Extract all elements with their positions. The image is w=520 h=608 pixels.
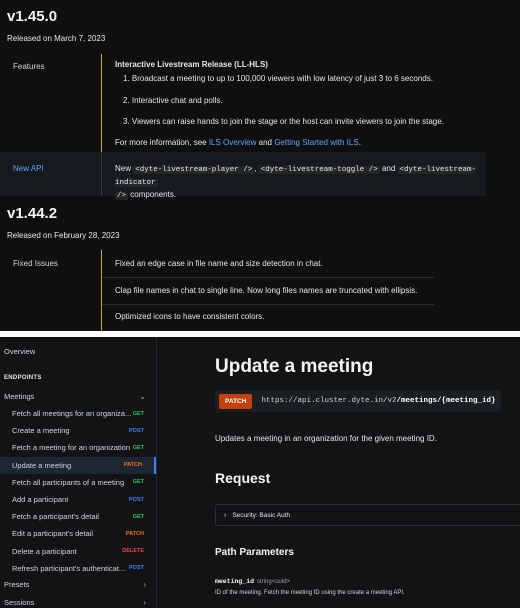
method-badge: PATCH — [125, 530, 144, 537]
release-date: Released on February 28, 2023 — [7, 231, 120, 240]
fix-item: Optimized icons to have consistent color… — [115, 312, 265, 321]
endpoint-bar: PATCH https://api.cluster.dyte.in/v2/mee… — [215, 390, 501, 412]
sidebar-item-label: Create a meeting — [12, 426, 70, 436]
sidebar-item-endpoint[interactable]: Fetch all participants of a meeting GET — [0, 474, 156, 491]
sidebar: Overview ENDPOINTS Meetings ⌄ Presets › … — [0, 337, 157, 608]
sidebar-item-presets[interactable]: Presets › — [0, 576, 156, 593]
param-description: ID of the meeting. Fetch the meeting ID … — [215, 590, 405, 596]
ils-overview-link[interactable]: ILS Overview — [209, 138, 257, 147]
more-info-prefix: For more information, see — [115, 138, 209, 147]
release-date: Released on March 7, 2023 — [7, 34, 106, 43]
sidebar-item-endpoint[interactable]: Fetch a participant's detail GET — [0, 508, 156, 525]
method-badge: PATCH — [123, 462, 142, 469]
version-heading: v1.44.2 — [7, 205, 58, 222]
more-info: For more information, see ILS Overview a… — [115, 137, 361, 149]
method-badge: GET — [132, 479, 144, 486]
and-text: and — [379, 164, 398, 173]
security-label: Security: Basic Auth — [232, 511, 291, 519]
chevron-right-icon: › — [224, 511, 227, 519]
url-path: /meetings/{meeting_id} — [396, 397, 496, 405]
new-api-prefix: New — [115, 164, 134, 173]
code-livestream-player: <dyte-livestream-player /> — [133, 166, 255, 174]
path-params-heading: Path Parameters — [215, 547, 294, 558]
method-badge: POST — [129, 496, 144, 503]
main-content: Update a meeting PATCH https://api.clust… — [157, 337, 520, 608]
security-expander[interactable]: › Security: Basic Auth — [215, 504, 520, 526]
sidebar-item-label: Fetch a participant's detail — [12, 512, 99, 522]
sidebar-item-endpoint[interactable]: Add a participant POST — [0, 491, 156, 508]
sidebar-item-endpoint[interactable]: Update a meeting PATCH — [0, 456, 156, 474]
changelog-panel: v1.45.0 Released on March 7, 2023 Featur… — [0, 0, 520, 331]
chevron-down-icon: ⌄ — [139, 392, 146, 401]
feature-item: 2. Interactive chat and polls. — [123, 96, 223, 105]
sidebar-item-label: Add a participant — [12, 495, 69, 504]
row-divider — [101, 152, 102, 196]
row-separator — [102, 304, 434, 305]
method-badge: GET — [132, 513, 144, 520]
new-api-label: New API — [13, 164, 44, 173]
version-heading: v1.45.0 — [7, 8, 58, 25]
accent-bar — [101, 54, 102, 152]
sidebar-item-overview[interactable]: Overview — [0, 343, 156, 360]
sidebar-item-label: Fetch all participants of a meeting — [12, 477, 125, 487]
row-separator — [102, 277, 434, 278]
sidebar-item-meetings[interactable]: Meetings ⌄ — [0, 388, 156, 405]
new-api-text: New <dyte-livestream-player />, <dyte-li… — [115, 163, 485, 202]
sidebar-item-endpoint[interactable]: Fetch all meetings for an organiza... GET — [0, 405, 156, 422]
sidebar-item-endpoint[interactable]: Edit a participant's detail PATCH — [0, 525, 156, 542]
method-badge: GET — [132, 410, 144, 417]
feature-item: 1. Broadcast a meeting to up to 100,000 … — [123, 74, 433, 83]
sidebar-item-label: Edit a participant's detail — [12, 529, 94, 539]
fixed-issues-label: Fixed Issues — [13, 259, 58, 268]
endpoint-url[interactable]: https://api.cluster.dyte.in/v2/meetings/… — [261, 397, 495, 405]
sidebar-item-endpoint[interactable]: Delete a participant DELETE — [0, 543, 156, 560]
feature-item: 3. Viewers can raise hands to join the s… — [123, 117, 444, 126]
method-badge: GET — [132, 444, 144, 451]
chevron-right-icon: › — [143, 580, 146, 589]
method-badge: DELETE — [122, 548, 144, 555]
sidebar-item-endpoint[interactable]: Fetch a meeting for an organization GET — [0, 439, 156, 456]
new-api-suffix: components. — [128, 190, 177, 199]
param-row: meeting_id string<uuid> — [215, 578, 290, 585]
endpoint-description: Updates a meeting in an organization for… — [215, 434, 437, 443]
request-heading: Request — [215, 470, 271, 486]
fix-item: Fixed an edge case in file name and size… — [115, 259, 323, 268]
sidebar-item-label: Meetings — [4, 392, 35, 401]
sidebar-item-label: Presets — [4, 580, 30, 589]
sidebar-item-endpoint[interactable]: Refresh participant's authenticat... POST — [0, 560, 156, 577]
accent-bar — [101, 250, 102, 331]
period: . — [358, 138, 361, 147]
method-badge: POST — [129, 427, 144, 434]
code-closing: /> — [115, 192, 129, 200]
sidebar-item-label: Fetch a meeting for an organization — [12, 443, 130, 453]
sidebar-item-label: Fetch all meetings for an organiza... — [12, 409, 132, 418]
sidebar-item-label: Overview — [4, 347, 36, 356]
sidebar-item-sessions[interactable]: Sessions › — [0, 594, 156, 608]
getting-started-link[interactable]: Getting Started with ILS — [274, 138, 359, 147]
features-label: Features — [13, 62, 45, 71]
sidebar-item-label: Sessions — [4, 598, 35, 607]
endpoints-header: ENDPOINTS — [4, 375, 42, 381]
page-title: Update a meeting — [215, 356, 374, 377]
api-docs-panel: Overview ENDPOINTS Meetings ⌄ Presets › … — [0, 337, 520, 608]
sidebar-item-label: Delete a participant — [12, 546, 77, 556]
method-badge: POST — [129, 565, 144, 572]
url-base: https://api.cluster.dyte.in/v2 — [261, 397, 397, 405]
sidebar-item-label: Refresh participant's authenticat... — [12, 563, 126, 573]
chevron-right-icon: › — [143, 598, 146, 607]
code-livestream-toggle: <dyte-livestream-toggle /> — [258, 166, 380, 174]
fix-item: Clap file names in chat to single line. … — [115, 286, 418, 295]
features-title: Interactive Livestream Release (LL-HLS) — [115, 60, 268, 69]
and-text: and — [256, 138, 275, 147]
method-badge: PATCH — [219, 393, 253, 409]
sidebar-item-endpoint[interactable]: Create a meeting POST — [0, 422, 156, 439]
param-type: string<uuid> — [257, 579, 291, 585]
sidebar-item-label: Update a meeting — [12, 460, 72, 470]
param-name: meeting_id — [215, 578, 255, 585]
